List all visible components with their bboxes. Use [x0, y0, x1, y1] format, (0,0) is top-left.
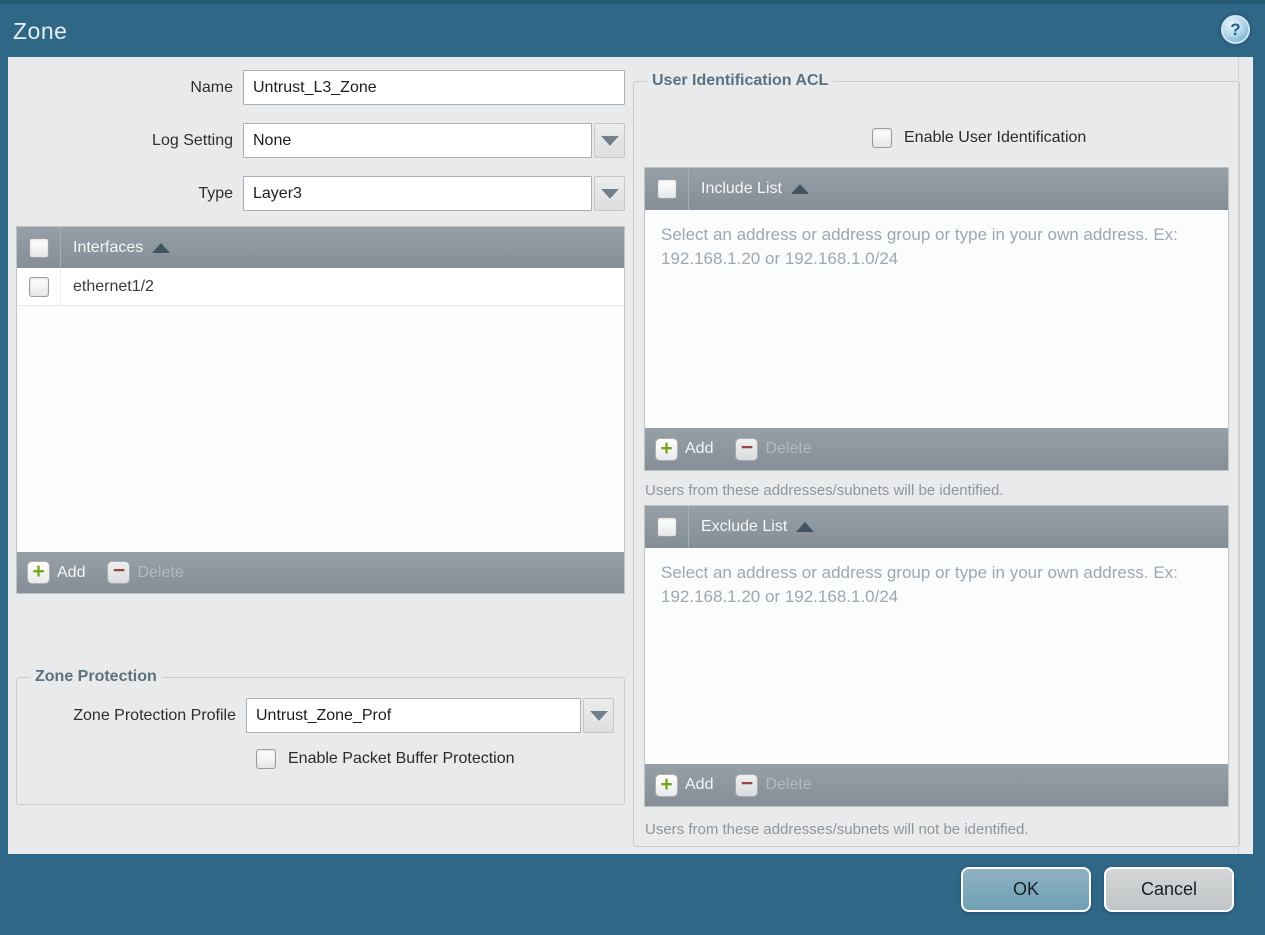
- include-select-all-checkbox[interactable]: [656, 179, 677, 199]
- left-column: Name Log Setting Type: [16, 70, 625, 805]
- interfaces-column-header[interactable]: Interfaces: [61, 238, 171, 257]
- log-setting-row: Log Setting: [16, 123, 625, 158]
- exclude-add-button[interactable]: + Add: [655, 773, 714, 797]
- delete-icon: −: [735, 773, 759, 797]
- log-setting-input[interactable]: [243, 123, 592, 158]
- sort-asc-icon: [790, 184, 809, 194]
- chevron-down-icon: [600, 135, 619, 146]
- delete-button-label: Delete: [765, 440, 812, 457]
- enable-user-identification-label: Enable User Identification: [904, 129, 1087, 146]
- exclude-list-column-header[interactable]: Exclude List: [689, 518, 815, 536]
- user-identification-legend: User Identification ACL: [652, 72, 829, 89]
- include-list-panel: Include List Select an address or addres…: [644, 167, 1229, 471]
- log-setting-label: Log Setting: [152, 131, 233, 149]
- interfaces-table-body: ethernet1/2: [17, 268, 624, 552]
- type-row: Type: [16, 176, 625, 211]
- interfaces-table-header: Interfaces: [17, 227, 624, 268]
- sort-asc-icon: [796, 522, 815, 532]
- exclude-select-all-checkbox[interactable]: [656, 517, 677, 537]
- include-list-caption: Users from these addresses/subnets will …: [645, 482, 1004, 499]
- exclude-list-header: Exclude List: [645, 506, 1228, 548]
- sort-asc-icon: [152, 242, 171, 253]
- interfaces-select-all-checkbox[interactable]: [28, 237, 49, 258]
- zone-protection-profile-label: Zone Protection Profile: [73, 706, 236, 724]
- interfaces-select-all-cell: [17, 227, 61, 268]
- ok-button[interactable]: OK: [961, 867, 1091, 912]
- exclude-select-all-cell: [645, 506, 689, 548]
- delete-icon: −: [735, 437, 759, 461]
- interface-name: ethernet1/2: [73, 277, 154, 295]
- zone-protection-fieldset: Zone Protection Zone Protection Profile …: [16, 668, 625, 805]
- add-button-label: Add: [57, 563, 86, 581]
- packet-buffer-label: Enable Packet Buffer Protection: [288, 750, 515, 767]
- delete-button-label: Delete: [765, 776, 812, 793]
- table-row[interactable]: ethernet1/2: [17, 268, 624, 306]
- type-dropdown-button[interactable]: [594, 176, 625, 211]
- zone-protection-profile-input[interactable]: [246, 698, 581, 733]
- exclude-list-panel: Exclude List Select an address or addres…: [644, 505, 1229, 807]
- user-identification-fieldset: User Identification ACL Enable User Iden…: [633, 72, 1240, 847]
- delete-button-label: Delete: [137, 563, 184, 581]
- delete-icon: −: [107, 560, 131, 584]
- right-column: User Identification ACL Enable User Iden…: [633, 72, 1240, 847]
- include-delete-button[interactable]: − Delete: [735, 437, 812, 461]
- packet-buffer-row: Enable Packet Buffer Protection: [256, 749, 614, 769]
- interface-row-checkbox[interactable]: [28, 276, 49, 297]
- exclude-list-header-label: Exclude List: [701, 518, 788, 535]
- add-icon: +: [27, 561, 50, 584]
- add-icon: +: [655, 437, 678, 461]
- add-icon: +: [655, 773, 678, 797]
- zone-dialog: Zone ? Name Log Setting Ty: [0, 0, 1265, 935]
- name-label: Name: [190, 78, 233, 96]
- dialog-body: Name Log Setting Type: [8, 57, 1253, 854]
- add-button-label: Add: [685, 776, 714, 793]
- include-select-all-cell: [645, 168, 689, 210]
- log-setting-dropdown-button[interactable]: [594, 123, 625, 158]
- zone-protection-profile-row: Zone Protection Profile: [27, 698, 614, 733]
- chevron-down-icon: [600, 188, 619, 199]
- chevron-down-icon: [589, 710, 608, 721]
- dialog-titlebar: Zone ?: [0, 4, 1265, 57]
- exclude-list-caption: Users from these addresses/subnets will …: [645, 821, 1029, 838]
- interfaces-header-label: Interfaces: [73, 238, 144, 256]
- zone-protection-legend: Zone Protection: [35, 668, 157, 685]
- exclude-delete-button[interactable]: − Delete: [735, 773, 812, 797]
- exclude-list-placeholder: Select an address or address group or ty…: [661, 563, 1178, 607]
- interfaces-delete-button[interactable]: − Delete: [107, 560, 184, 584]
- exclude-list-footer: + Add − Delete: [645, 764, 1228, 806]
- include-list-header-label: Include List: [701, 180, 782, 197]
- interfaces-add-button[interactable]: + Add: [27, 561, 85, 584]
- add-button-label: Add: [685, 440, 714, 457]
- dialog-footer: OK Cancel: [0, 850, 1265, 935]
- name-input[interactable]: [243, 70, 625, 105]
- cancel-button[interactable]: Cancel: [1104, 867, 1234, 912]
- enable-user-identification-row: Enable User Identification: [872, 128, 1229, 148]
- exclude-list-body[interactable]: Select an address or address group or ty…: [645, 548, 1228, 764]
- include-list-placeholder: Select an address or address group or ty…: [661, 225, 1178, 269]
- include-add-button[interactable]: + Add: [655, 437, 714, 461]
- interfaces-table-footer: + Add − Delete: [17, 552, 624, 593]
- type-label: Type: [198, 184, 233, 202]
- include-list-body[interactable]: Select an address or address group or ty…: [645, 210, 1228, 428]
- help-icon[interactable]: ?: [1221, 15, 1250, 44]
- name-row: Name: [16, 70, 625, 105]
- type-input[interactable]: [243, 176, 592, 211]
- zone-protection-profile-dropdown-button[interactable]: [583, 698, 614, 733]
- include-list-footer: + Add − Delete: [645, 428, 1228, 470]
- include-list-header: Include List: [645, 168, 1228, 210]
- row-checkbox-cell: [17, 268, 61, 305]
- packet-buffer-checkbox[interactable]: [256, 749, 276, 769]
- help-glyph: ?: [1230, 20, 1241, 39]
- dialog-title: Zone: [13, 18, 68, 44]
- enable-user-identification-checkbox[interactable]: [872, 128, 892, 148]
- interfaces-table: Interfaces ethernet1/2 + Add − Delete: [16, 226, 625, 594]
- include-list-column-header[interactable]: Include List: [689, 180, 809, 198]
